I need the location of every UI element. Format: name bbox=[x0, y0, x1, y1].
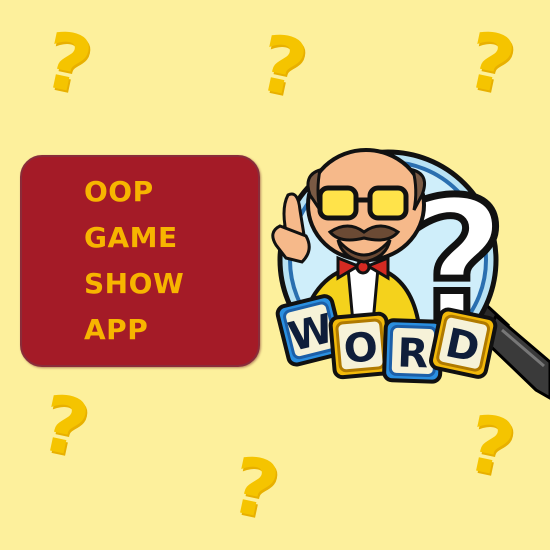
title-line-4: APP bbox=[84, 313, 149, 346]
title-line-3: SHOW bbox=[84, 267, 185, 300]
question-mark-icon: ? bbox=[223, 440, 287, 538]
title-line-1: OOP bbox=[84, 175, 154, 208]
question-mark-icon: ? bbox=[36, 15, 100, 113]
title-line-2: GAME bbox=[84, 221, 178, 254]
word-letter-r: R bbox=[397, 330, 429, 377]
word-tile-o: O bbox=[328, 311, 393, 380]
question-mark-icon: ? bbox=[33, 378, 97, 476]
question-mark-icon: ? bbox=[251, 18, 315, 116]
question-mark-icon: ? bbox=[459, 15, 523, 113]
professor-magnifier-logo: ? W O R D bbox=[271, 148, 550, 400]
question-mark-icon: ? bbox=[459, 398, 523, 496]
word-letter-o: O bbox=[342, 324, 380, 373]
title-card: OOP GAME SHOW APP bbox=[20, 155, 260, 367]
word-tile-d: D bbox=[429, 307, 498, 379]
